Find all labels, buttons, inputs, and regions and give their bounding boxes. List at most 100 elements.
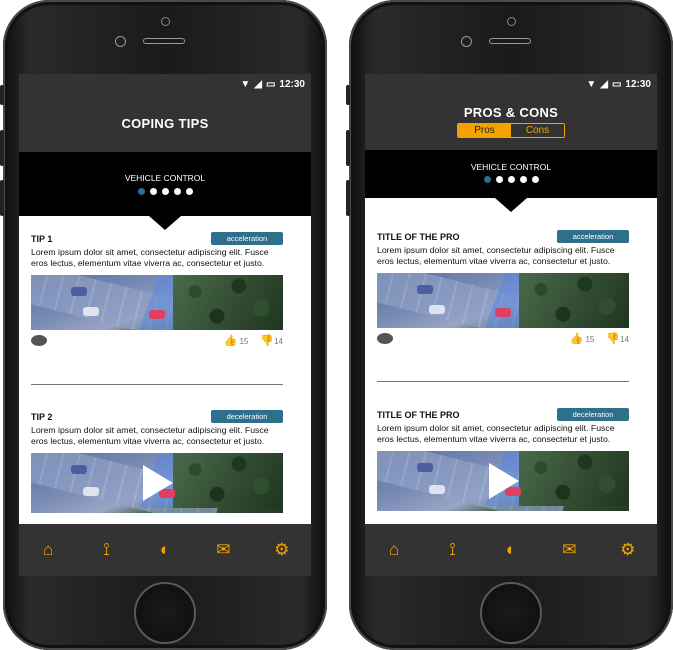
mute-switch <box>0 85 4 105</box>
volume-up-button <box>346 130 350 166</box>
card-title: TITLE OF THE PRO <box>377 409 460 420</box>
settings-icon[interactable]: ⚙ <box>614 540 642 560</box>
carousel-dot[interactable] <box>149 188 157 195</box>
route-icon[interactable]: ⟟ <box>93 540 121 560</box>
traffic-image[interactable] <box>377 273 629 328</box>
tip-card[interactable]: TIP 1 acceleration Lorem ipsum dolor sit… <box>31 232 283 347</box>
status-bar: ▼ ◢ ▭ 12:30 <box>19 74 311 96</box>
carousel-pointer <box>149 216 181 230</box>
mute-switch <box>346 85 350 105</box>
header: COPING TIPS <box>19 96 311 152</box>
bottom-nav: ⌂ ⟟ ◐ ✉ ⚙ <box>365 524 657 576</box>
thumbs-up-icon[interactable]: 👍 <box>570 333 584 345</box>
header: PROS & CONS Pros Cons <box>365 96 657 150</box>
sensor-lens <box>461 36 472 47</box>
tab-cons[interactable]: Cons <box>511 124 564 137</box>
volume-down-button <box>0 180 4 216</box>
carousel-dot[interactable] <box>173 188 181 195</box>
coping-icon[interactable]: ◐ <box>151 540 179 560</box>
category-tag[interactable]: deceleration <box>557 408 629 421</box>
comment-icon[interactable] <box>377 333 393 344</box>
screen: ▼ ◢ ▭ 12:30 PROS & CONS Pros Cons VEHICLE C… <box>365 74 657 576</box>
page-title: PROS & CONS <box>463 105 559 120</box>
carousel-dot[interactable] <box>495 176 503 183</box>
card-body: Lorem ipsum dolor sit amet, consectetur … <box>31 247 269 268</box>
like-count: 15 <box>585 335 595 344</box>
tab-pros[interactable]: Pros <box>458 124 511 137</box>
card-body: Lorem ipsum dolor sit amet, consectetur … <box>377 423 615 444</box>
tip-card[interactable]: TIP 2 deceleration Lorem ipsum dolor sit… <box>31 410 283 513</box>
reactions-bar: 👍 15 👎14 <box>31 334 283 347</box>
video-thumbnail[interactable] <box>377 451 629 511</box>
carousel-dot[interactable] <box>161 188 169 195</box>
carousel-dot[interactable] <box>137 188 145 195</box>
dislike-count: 14 <box>620 335 629 344</box>
status-bar: ▼ ◢ ▭ 12:30 <box>365 74 657 96</box>
divider <box>377 381 629 382</box>
settings-icon[interactable]: ⚙ <box>268 540 296 560</box>
video-thumbnail[interactable] <box>31 453 283 513</box>
card-title: TITLE OF THE PRO <box>377 231 460 242</box>
dislike-count: 14 <box>274 337 283 346</box>
earpiece-speaker <box>143 38 185 44</box>
screen: ▼ ◢ ▭ 12:30 COPING TIPS VEHICLE CONTROL TIP… <box>19 74 311 576</box>
category-tag[interactable]: acceleration <box>211 232 283 245</box>
phone-frame-right: ▼ ◢ ▭ 12:30 PROS & CONS Pros Cons VEHICLE C… <box>346 0 673 650</box>
coping-icon[interactable]: ◐ <box>497 540 525 560</box>
pros-cons-toggle[interactable]: Pros Cons <box>457 123 565 138</box>
carousel-dots[interactable] <box>365 176 657 183</box>
battery-icon: ▭ <box>611 79 622 90</box>
mail-icon[interactable]: ✉ <box>209 540 237 560</box>
category-tag[interactable]: deceleration <box>211 410 283 423</box>
home-icon[interactable]: ⌂ <box>380 540 408 560</box>
pro-card[interactable]: TITLE OF THE PRO acceleration Lorem ipsu… <box>377 230 629 345</box>
card-body: Lorem ipsum dolor sit amet, consectetur … <box>377 245 615 266</box>
divider <box>31 384 283 385</box>
carousel-dot[interactable] <box>519 176 527 183</box>
status-time: 12:30 <box>279 79 305 90</box>
thumbs-up-icon[interactable]: 👍 <box>224 335 238 347</box>
signal-icon: ◢ <box>600 79 608 90</box>
category-tag[interactable]: acceleration <box>557 230 629 243</box>
reactions-bar: 👍 15 👎14 <box>377 332 629 345</box>
carousel-pointer <box>495 198 527 212</box>
front-camera <box>507 17 516 26</box>
bottom-nav: ⌂ ⟟ ◐ ✉ ⚙ <box>19 524 311 576</box>
card-title: TIP 2 <box>31 411 53 422</box>
wifi-icon: ▼ <box>586 79 597 90</box>
signal-icon: ◢ <box>254 79 262 90</box>
like-count: 15 <box>239 337 249 346</box>
home-icon[interactable]: ⌂ <box>34 540 62 560</box>
carousel-dot[interactable] <box>507 176 515 183</box>
volume-down-button <box>346 180 350 216</box>
phone-frame-left: ▼ ◢ ▭ 12:30 COPING TIPS VEHICLE CONTROL TIP… <box>0 0 327 650</box>
front-camera <box>161 17 170 26</box>
category-carousel[interactable]: VEHICLE CONTROL <box>19 152 311 230</box>
page-title: COPING TIPS <box>121 116 209 131</box>
home-button[interactable] <box>480 582 542 644</box>
battery-icon: ▭ <box>265 79 276 90</box>
carousel-dot[interactable] <box>531 176 539 183</box>
earpiece-speaker <box>489 38 531 44</box>
carousel-label: VEHICLE CONTROL <box>124 173 206 183</box>
volume-up-button <box>0 130 4 166</box>
carousel-dot[interactable] <box>483 176 491 183</box>
home-button[interactable] <box>134 582 196 644</box>
carousel-dot[interactable] <box>185 188 193 195</box>
carousel-label: VEHICLE CONTROL <box>470 162 552 172</box>
card-title: TIP 1 <box>31 233 53 244</box>
carousel-dots[interactable] <box>19 188 311 195</box>
mail-icon[interactable]: ✉ <box>555 540 583 560</box>
sensor-lens <box>115 36 126 47</box>
play-icon[interactable] <box>489 463 519 499</box>
traffic-image[interactable] <box>31 275 283 330</box>
wifi-icon: ▼ <box>240 79 251 90</box>
thumbs-down-icon[interactable]: 👎 <box>606 333 620 345</box>
card-body: Lorem ipsum dolor sit amet, consectetur … <box>31 425 269 446</box>
category-carousel[interactable]: VEHICLE CONTROL <box>365 150 657 212</box>
thumbs-down-icon[interactable]: 👎 <box>260 335 274 347</box>
play-icon[interactable] <box>143 465 173 501</box>
route-icon[interactable]: ⟟ <box>439 540 467 560</box>
comment-icon[interactable] <box>31 335 47 346</box>
pro-card[interactable]: TITLE OF THE PRO deceleration Lorem ipsu… <box>377 408 629 511</box>
